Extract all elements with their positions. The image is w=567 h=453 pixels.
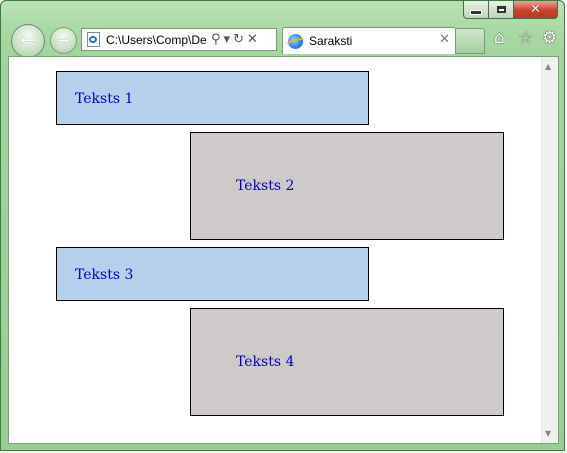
text-box-2: Teksts 2	[190, 132, 504, 240]
text-box-label: Teksts 1	[75, 91, 134, 107]
new-tab-button[interactable]	[456, 28, 485, 54]
text-box-label: Teksts 3	[75, 267, 134, 283]
home-icon[interactable]: ⌂	[494, 30, 505, 47]
tools-gear-icon[interactable]: ⚙	[542, 30, 557, 47]
tab-close-icon[interactable]: ✕	[439, 33, 450, 46]
browser-window: ✕ ← → C:\Users\Comp\De ⚲ ▾ ↻ ✕ Saraksti …	[0, 0, 565, 451]
back-arrow-icon: ←	[20, 30, 36, 51]
scroll-up-icon[interactable]: ▲	[545, 63, 551, 71]
maximize-icon	[496, 6, 506, 13]
scroll-down-icon[interactable]: ▼	[545, 430, 551, 438]
close-window-button[interactable]: ✕	[514, 1, 558, 19]
ie-page-icon	[288, 33, 303, 49]
dropdown-arrow-icon[interactable]: ▾	[224, 33, 231, 46]
text-box-4: Teksts 4	[190, 308, 504, 416]
page-content: Teksts 1 Teksts 2 Teksts 3 Teksts 4 ▲ ▼	[8, 56, 559, 444]
tab-saraksti[interactable]: Saraksti ✕	[282, 27, 456, 54]
back-button[interactable]: ←	[11, 24, 45, 58]
minimize-button[interactable]	[463, 1, 489, 19]
refresh-icon[interactable]: ↻	[233, 33, 244, 46]
page-icon	[87, 32, 100, 47]
forward-arrow-icon: →	[57, 32, 70, 49]
text-box-1: Teksts 1	[56, 71, 369, 125]
caption-buttons: ✕	[463, 1, 558, 21]
tab-title: Saraksti	[309, 34, 353, 48]
address-bar[interactable]: C:\Users\Comp\De ⚲ ▾ ↻ ✕	[81, 28, 277, 51]
text-box-label: Teksts 2	[236, 178, 295, 194]
text-box-label: Teksts 4	[236, 354, 295, 370]
close-icon: ✕	[530, 2, 541, 17]
vertical-scrollbar[interactable]: ▲ ▼	[541, 57, 558, 443]
address-input[interactable]: C:\Users\Comp\De	[106, 33, 208, 47]
forward-button[interactable]: →	[50, 27, 77, 54]
text-box-3: Teksts 3	[56, 247, 369, 301]
search-icon[interactable]: ⚲	[211, 33, 221, 46]
minimize-icon	[470, 10, 482, 15]
stop-icon[interactable]: ✕	[247, 33, 258, 46]
maximize-button[interactable]	[489, 1, 514, 19]
favorites-star-icon[interactable]: ☆	[518, 30, 533, 47]
